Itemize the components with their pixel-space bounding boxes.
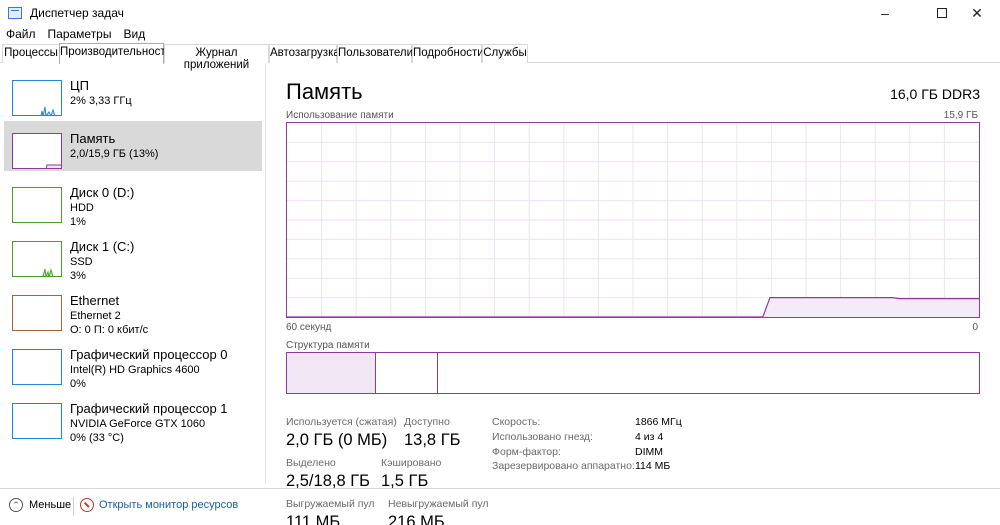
- usage-graph-svg: [287, 123, 979, 318]
- title-bar: Диспетчер задач: [0, 0, 1000, 26]
- close-button[interactable]: ✕: [954, 0, 1000, 26]
- sidebar-item-label: Ethernet: [70, 293, 120, 308]
- sidebar-item-label: Диск 0 (D:): [70, 185, 135, 200]
- in-use-segment: [287, 353, 376, 393]
- sidebar-item-detail: Intel(R) HD Graphics 4600: [70, 364, 200, 376]
- resource-list: ЦП 2% 3,33 ГГц Память 2,0/15,9 ГБ (13%) …: [0, 64, 264, 488]
- minimize-button[interactable]: –: [862, 0, 908, 26]
- menu-file[interactable]: Файл: [0, 27, 42, 41]
- sidebar-item-usage: 0% (33 °C): [70, 432, 124, 444]
- available-label: Доступно: [404, 416, 450, 428]
- speed-value: 1866 МГц: [635, 416, 682, 428]
- cpu-thumbnail-graph: [12, 80, 62, 116]
- page-title: Память: [286, 79, 363, 104]
- committed-label: Выделено: [286, 457, 336, 469]
- tab-services[interactable]: Службы: [482, 44, 528, 63]
- disk-1-thumbnail-graph: [12, 241, 62, 277]
- sidebar-item-cpu[interactable]: ЦП 2% 3,33 ГГц: [4, 68, 262, 118]
- sidebar-item-detail: NVIDIA GeForce GTX 1060: [70, 418, 206, 430]
- in-use-value: 2,0 ГБ (0 МБ): [286, 431, 388, 449]
- sidebar-item-detail: SSD: [70, 256, 93, 268]
- sidebar-item-gpu-1[interactable]: Графический процессор 1 NVIDIA GeForce G…: [4, 391, 262, 444]
- sidebar-item-label: Графический процессор 1: [70, 401, 228, 416]
- form-factor-value: DIMM: [635, 446, 663, 458]
- tab-details[interactable]: Подробности: [412, 44, 484, 63]
- memory-thumbnail-graph: [12, 133, 62, 169]
- sidebar-item-memory[interactable]: Память 2,0/15,9 ГБ (13%): [4, 121, 262, 171]
- footer-divider: [73, 497, 74, 515]
- sidebar-item-disk-0[interactable]: Диск 0 (D:) HDD 1%: [4, 175, 262, 228]
- task-manager-icon: [8, 7, 22, 19]
- slots-used-value: 4 из 4: [635, 431, 664, 443]
- gpu-0-thumbnail-graph: [12, 349, 62, 385]
- usage-graph-label: Использование памяти: [286, 110, 394, 121]
- memory-structure-bar: [286, 352, 980, 394]
- open-resource-monitor-link[interactable]: Открыть монитор ресурсов: [99, 499, 238, 511]
- resource-monitor-icon[interactable]: [80, 498, 94, 512]
- menu-bar: Файл Параметры Вид: [0, 25, 151, 43]
- ethernet-thumbnail-graph: [12, 295, 62, 331]
- sidebar-item-detail: 2,0/15,9 ГБ (13%): [70, 148, 159, 160]
- hardware-reserved-label: Зарезервировано аппаратно:: [492, 460, 635, 472]
- sidebar-item-label: ЦП: [70, 78, 89, 93]
- usage-graph-time-end: 0: [972, 322, 978, 333]
- gpu-1-thumbnail-graph: [12, 403, 62, 439]
- hardware-reserved-value: 114 МБ: [635, 460, 671, 472]
- memory-spec: 16,0 ГБ DDR3: [890, 86, 980, 102]
- free-segment: [437, 353, 979, 393]
- sidebar-item-disk-1[interactable]: Диск 1 (C:) SSD 3%: [4, 229, 262, 282]
- available-value: 13,8 ГБ: [404, 431, 461, 449]
- tab-users[interactable]: Пользователи: [337, 44, 413, 63]
- close-icon: ✕: [971, 4, 983, 21]
- fewer-details-button[interactable]: Меньше: [29, 499, 71, 511]
- usage-graph-time-span: 60 секунд: [286, 322, 332, 333]
- minimize-icon: –: [881, 5, 889, 21]
- tab-startup[interactable]: Автозагрузка: [269, 44, 340, 63]
- cached-label: Кэшировано: [381, 457, 442, 469]
- slots-used-label: Использовано гнезд:: [492, 431, 593, 443]
- sidebar-item-usage: 0%: [70, 378, 86, 390]
- menu-view[interactable]: Вид: [117, 27, 151, 41]
- disk-0-thumbnail-graph: [12, 187, 62, 223]
- sidebar-item-detail: Ethernet 2: [70, 310, 121, 322]
- in-use-label: Используется (сжатая): [286, 416, 397, 428]
- sidebar-item-gpu-0[interactable]: Графический процессор 0 Intel(R) HD Grap…: [4, 337, 262, 390]
- structure-label: Структура памяти: [286, 340, 370, 351]
- tab-bar: Процессы Производительность Журнал прило…: [0, 43, 1000, 71]
- sidebar-item-usage: 3%: [70, 270, 86, 282]
- memory-usage-graph: [286, 122, 980, 318]
- usage-graph-max: 15,9 ГБ: [943, 110, 978, 121]
- window-title: Диспетчер задач: [30, 6, 124, 20]
- sidebar-item-detail: HDD: [70, 202, 94, 214]
- sidebar-item-ethernet[interactable]: Ethernet Ethernet 2 О: 0 П: 0 кбит/с: [4, 283, 262, 336]
- sidebar-item-throughput: О: 0 П: 0 кбит/с: [70, 324, 149, 336]
- memory-details-panel: Память 16,0 ГБ DDR3 Использование памяти…: [266, 64, 1000, 525]
- menu-options[interactable]: Параметры: [42, 27, 118, 41]
- sidebar-item-usage: 1%: [70, 216, 86, 228]
- speed-label: Скорость:: [492, 416, 541, 428]
- sidebar-item-label: Графический процессор 0: [70, 347, 228, 362]
- sidebar-item-label: Диск 1 (C:): [70, 239, 135, 254]
- sidebar-item-label: Память: [70, 131, 116, 146]
- tab-performance[interactable]: Производительность: [59, 43, 172, 64]
- form-factor-label: Форм-фактор:: [492, 446, 561, 458]
- chevron-up-icon[interactable]: ⌃: [9, 498, 23, 512]
- footer-bar: ⌃ Меньше Открыть монитор ресурсов: [0, 488, 1000, 525]
- tab-app-history[interactable]: Журнал приложений: [164, 44, 269, 71]
- sidebar-item-detail: 2% 3,33 ГГц: [70, 95, 132, 107]
- maximize-icon: [937, 8, 947, 18]
- modified-segment: [375, 353, 438, 393]
- tab-processes[interactable]: Процессы: [2, 44, 60, 63]
